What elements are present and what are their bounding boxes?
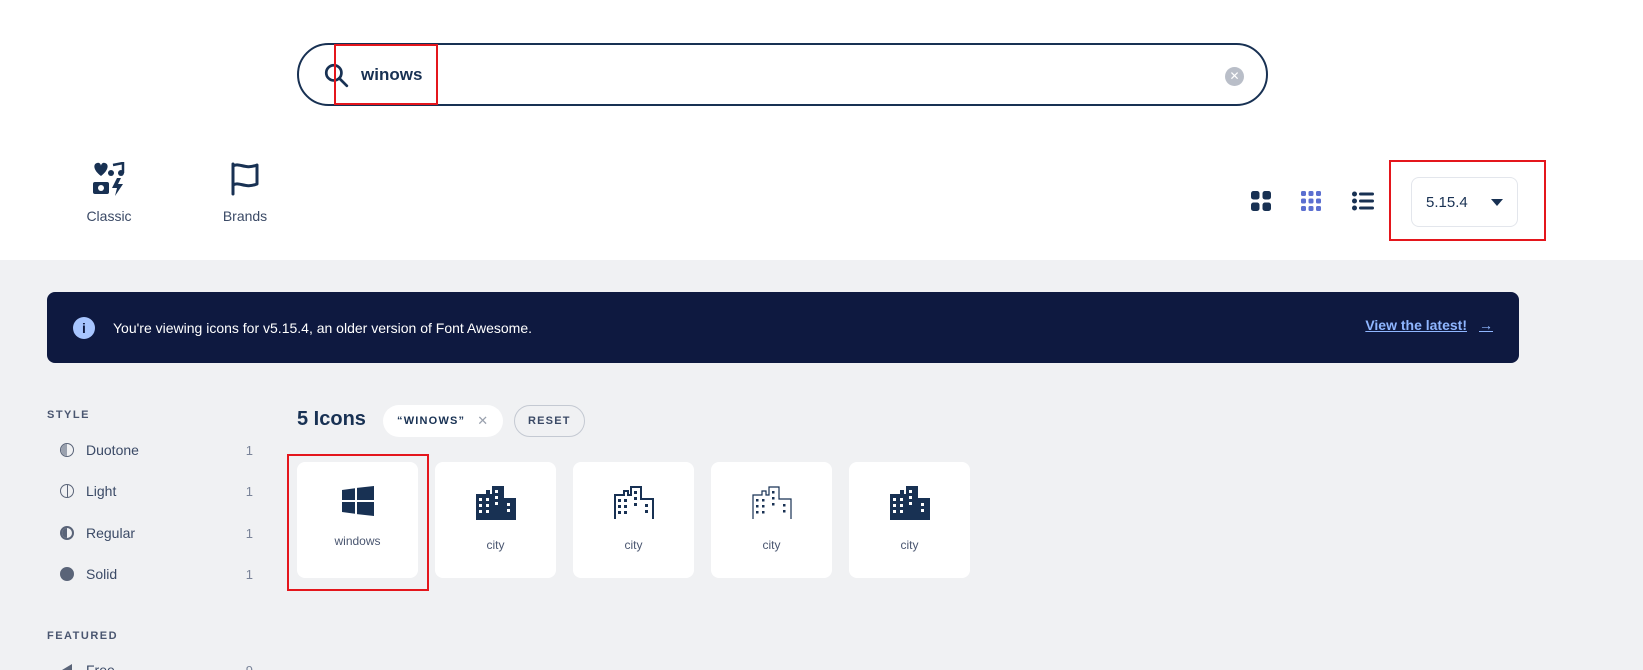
icon-name: city: [486, 538, 505, 552]
icon-name: windows: [334, 534, 381, 548]
icon-name: city: [762, 538, 781, 552]
close-icon[interactable]: ✕: [477, 413, 489, 429]
city-icon: [475, 486, 516, 520]
featured-filter-free[interactable]: Free 9: [60, 660, 253, 670]
clear-search-icon[interactable]: ✕: [1225, 67, 1244, 86]
style-count: 1: [245, 566, 253, 582]
list-view-button[interactable]: [1350, 188, 1376, 214]
family-tab-classic[interactable]: Classic: [59, 162, 159, 224]
info-icon: i: [73, 316, 95, 339]
icon-name: city: [624, 538, 643, 552]
icon-card-city[interactable]: city: [711, 462, 832, 578]
solid-icon: [60, 567, 74, 581]
style-heading: STYLE: [47, 409, 90, 421]
search-filter-chip[interactable]: “WINOWS” ✕: [383, 405, 504, 437]
classic-family-icon: [93, 162, 125, 196]
city-icon: [613, 486, 654, 519]
city-icon: [751, 486, 792, 519]
windows-icon: [341, 486, 374, 516]
family-tab-brands[interactable]: Brands: [195, 162, 295, 224]
search-icon: [324, 63, 349, 87]
featured-heading: FEATURED: [47, 630, 119, 642]
arrow-right-icon: →: [1479, 317, 1493, 333]
free-icon: [62, 664, 72, 670]
family-tab-label: Classic: [86, 208, 132, 224]
style-label: Duotone: [86, 442, 139, 458]
style-count: 1: [245, 525, 253, 541]
compact-grid-icon: [1301, 191, 1321, 211]
view-latest-label: View the latest!: [1365, 317, 1467, 333]
style-label: Regular: [86, 525, 136, 541]
version-value: 5.15.4: [1426, 193, 1468, 211]
light-icon: [60, 484, 74, 498]
style-filter-duotone[interactable]: Duotone 1: [60, 440, 253, 460]
family-tab-label: Brands: [222, 208, 268, 224]
duotone-icon: [60, 443, 74, 457]
reset-button[interactable]: RESET: [514, 405, 585, 437]
featured-count: 9: [245, 662, 253, 670]
icon-card-city[interactable]: city: [849, 462, 970, 578]
search-bar: ✕: [297, 43, 1268, 106]
flag-icon: [231, 162, 259, 196]
style-label: Solid: [86, 566, 118, 582]
large-grid-button[interactable]: [1248, 188, 1274, 214]
view-latest-link[interactable]: View the latest! →: [1365, 317, 1493, 333]
icon-card-city[interactable]: city: [573, 462, 694, 578]
style-filter-light[interactable]: Light 1: [60, 481, 253, 501]
icon-card-windows[interactable]: windows: [297, 462, 418, 578]
icon-card-city[interactable]: city: [435, 462, 556, 578]
featured-label: Free: [86, 662, 115, 670]
style-count: 1: [245, 442, 253, 458]
regular-icon: [60, 526, 74, 540]
style-count: 1: [245, 483, 253, 499]
version-banner: i You're viewing icons for v5.15.4, an o…: [47, 292, 1519, 363]
style-filter-regular[interactable]: Regular 1: [60, 523, 253, 543]
large-grid-icon: [1251, 191, 1271, 211]
chip-label: “WINOWS”: [397, 415, 466, 427]
style-filter-solid[interactable]: Solid 1: [60, 564, 253, 584]
list-icon: [1352, 191, 1374, 211]
chevron-down-icon: [1491, 198, 1503, 206]
banner-message: You're viewing icons for v5.15.4, an old…: [113, 319, 533, 336]
city-icon: [889, 486, 930, 520]
results-count: 5 Icons: [297, 408, 366, 430]
icon-name: city: [900, 538, 919, 552]
search-input[interactable]: [361, 64, 1221, 85]
style-label: Light: [86, 483, 117, 499]
compact-grid-button[interactable]: [1298, 188, 1324, 214]
version-select[interactable]: 5.15.4: [1411, 177, 1518, 227]
